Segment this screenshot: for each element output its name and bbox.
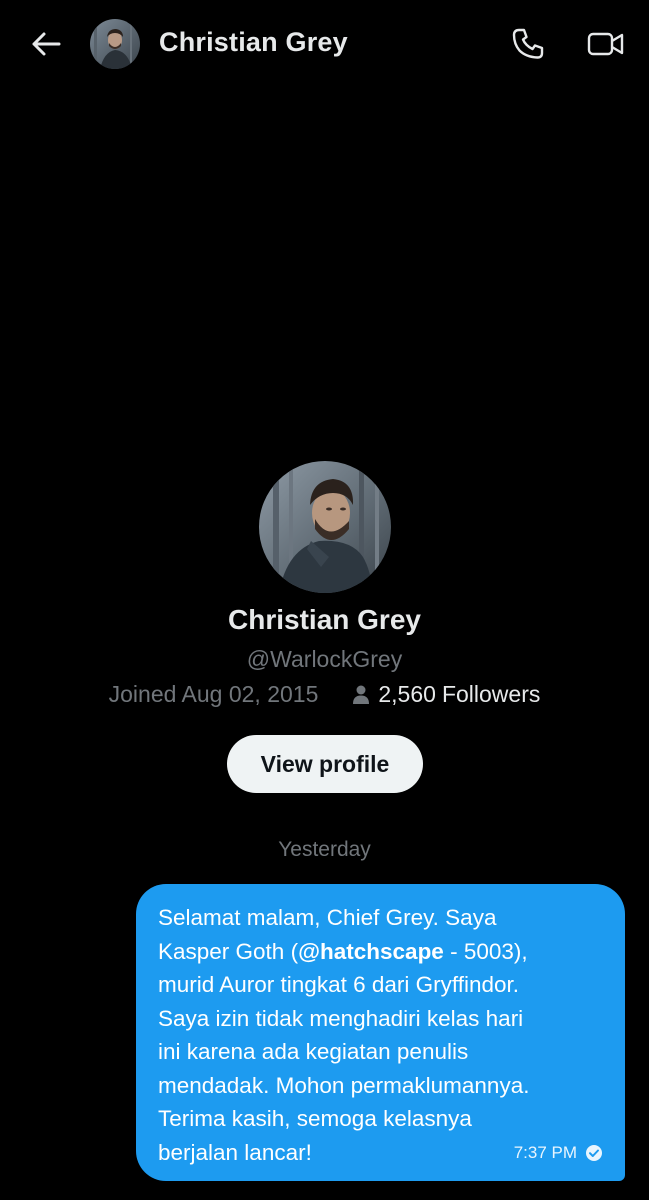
video-call-button[interactable] [585,25,627,63]
message-time: 7:37 PM [513,1143,577,1162]
view-profile-button[interactable]: View profile [227,735,423,793]
profile-meta: Joined Aug 02, 2015 2,560 Followers [0,681,649,708]
profile-avatar[interactable] [259,461,391,593]
header-avatar[interactable] [90,19,140,69]
date-divider: Yesterday [278,838,371,861]
mention-link[interactable]: @hatchscape [298,939,444,964]
arrow-left-icon [32,32,61,56]
profile-avatar-photo [259,461,391,593]
sent-message-bubble[interactable]: Selamat malam, Chief Grey. Saya Kasper G… [136,884,625,1181]
dm-conversation-screen: Christian Grey Christian Grey @WarlockGr… [0,0,649,1200]
back-button[interactable] [26,26,66,62]
followers-info: 2,560 Followers [352,681,540,708]
phone-icon [512,28,544,59]
profile-name: Christian Grey [228,604,421,635]
video-camera-icon [587,32,624,56]
profile-handle: @WarlockGrey [246,646,403,672]
followers-count: 2,560 [378,681,436,707]
followers-label: Followers [441,681,541,707]
contact-name[interactable]: Christian Grey [159,27,348,58]
avatar-photo [90,19,140,69]
message-text: Selamat malam, Chief Grey. Saya Kasper G… [158,901,603,1169]
audio-call-button[interactable] [509,25,547,63]
person-icon [352,685,370,705]
message-text-part: - 5003), murid Auror tingkat 6 dari Gryf… [158,938,530,1165]
sent-check-icon [585,1144,603,1162]
conversation-header: Christian Grey [0,0,649,88]
message-footer: 7:37 PM [514,1143,603,1163]
joined-date: Joined Aug 02, 2015 [108,681,319,707]
